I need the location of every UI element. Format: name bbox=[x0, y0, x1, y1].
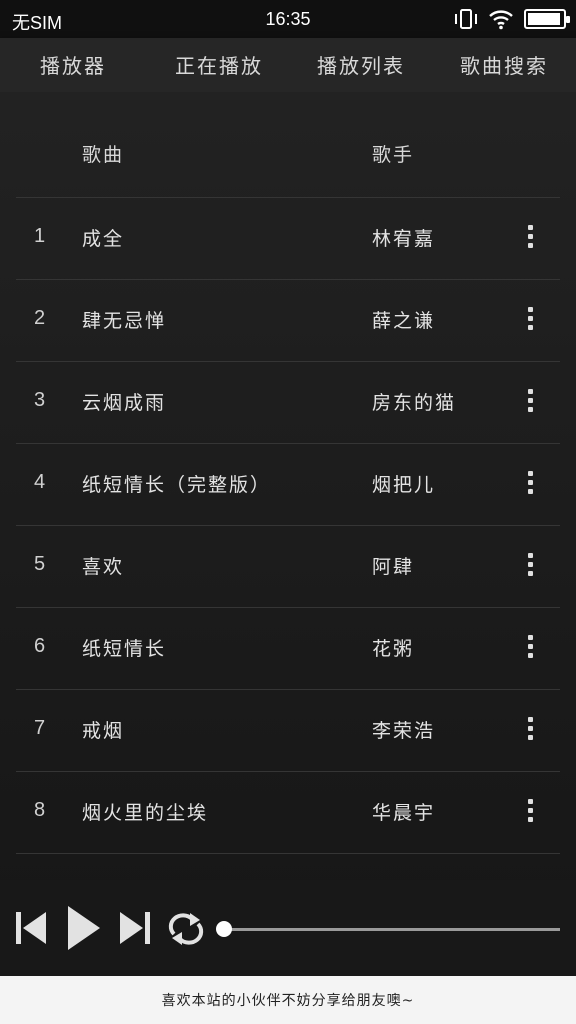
song-row[interactable]: 5 喜欢 阿肆 bbox=[16, 526, 560, 608]
song-row[interactable]: 2 肆无忌惮 薛之谦 bbox=[16, 280, 560, 362]
battery-fill bbox=[528, 13, 560, 25]
song-title: 成全 bbox=[82, 228, 125, 250]
song-artist: 薛之谦 bbox=[372, 310, 436, 332]
tab-song-search[interactable]: 歌曲搜索 bbox=[460, 50, 548, 79]
song-artist: 林宥嘉 bbox=[372, 228, 436, 250]
song-artist: 房东的猫 bbox=[372, 392, 457, 414]
progress-track[interactable] bbox=[224, 928, 560, 931]
song-row[interactable]: 4 纸短情长（完整版） 烟把儿 bbox=[16, 444, 560, 526]
more-options-icon[interactable] bbox=[522, 717, 538, 745]
track-number: 5 bbox=[34, 553, 46, 575]
play-icon[interactable] bbox=[66, 904, 102, 952]
song-title: 喜欢 bbox=[82, 556, 125, 578]
song-title: 纸短情长（完整版） bbox=[82, 474, 272, 496]
more-options-icon[interactable] bbox=[522, 799, 538, 827]
more-options-icon[interactable] bbox=[522, 225, 538, 253]
song-artist: 烟把儿 bbox=[372, 474, 436, 496]
song-title: 云烟成雨 bbox=[82, 392, 167, 414]
track-number: 2 bbox=[34, 307, 46, 329]
column-header-song: 歌曲 bbox=[82, 144, 125, 166]
track-number: 8 bbox=[34, 799, 46, 821]
vibrate-icon bbox=[455, 9, 477, 29]
song-title: 肆无忌惮 bbox=[82, 310, 167, 332]
column-header-artist: 歌手 bbox=[372, 144, 415, 166]
track-number: 1 bbox=[34, 225, 46, 247]
player-bar bbox=[0, 880, 576, 976]
battery-icon bbox=[524, 9, 570, 29]
song-title: 纸短情长 bbox=[82, 638, 167, 660]
share-banner-text: 喜欢本站的小伙伴不妨分享给朋友噢~ bbox=[161, 993, 415, 1009]
song-artist: 华晨宇 bbox=[372, 802, 436, 824]
more-options-icon[interactable] bbox=[522, 635, 538, 663]
repeat-icon[interactable] bbox=[166, 912, 206, 946]
more-options-icon[interactable] bbox=[522, 307, 538, 335]
more-options-icon[interactable] bbox=[522, 471, 538, 499]
tab-playlist[interactable]: 播放列表 bbox=[317, 50, 405, 79]
song-artist: 花粥 bbox=[372, 638, 415, 660]
more-options-icon[interactable] bbox=[522, 389, 538, 417]
track-number: 7 bbox=[34, 717, 46, 739]
top-nav: 播放器 正在播放 播放列表 歌曲搜索 bbox=[0, 38, 576, 92]
next-icon[interactable] bbox=[118, 910, 152, 946]
more-options-icon[interactable] bbox=[522, 553, 538, 581]
track-number: 4 bbox=[34, 471, 46, 493]
song-row[interactable]: 6 纸短情长 花粥 bbox=[16, 608, 560, 690]
list-header: 歌曲 歌手 bbox=[16, 92, 560, 198]
status-icons bbox=[454, 8, 570, 30]
song-row[interactable]: 1 成全 林宥嘉 bbox=[16, 198, 560, 280]
song-row[interactable]: 8 烟火里的尘埃 华晨宇 bbox=[16, 772, 560, 854]
previous-icon[interactable] bbox=[14, 910, 48, 946]
song-title: 烟火里的尘埃 bbox=[82, 802, 209, 824]
progress-knob[interactable] bbox=[216, 921, 232, 937]
wifi-icon bbox=[489, 10, 513, 30]
tab-now-playing[interactable]: 正在播放 bbox=[175, 50, 263, 79]
tab-player[interactable]: 播放器 bbox=[40, 50, 106, 79]
song-title: 戒烟 bbox=[82, 720, 125, 742]
song-artist: 李荣浩 bbox=[372, 720, 436, 742]
song-list: 歌曲 歌手 1 成全 林宥嘉 2 肆无忌惮 薛之谦 3 云烟成雨 房东的猫 4 … bbox=[0, 92, 576, 902]
track-number: 3 bbox=[34, 389, 46, 411]
song-artist: 阿肆 bbox=[372, 556, 415, 578]
song-row[interactable]: 3 云烟成雨 房东的猫 bbox=[16, 362, 560, 444]
status-bar: 无SIM 16:35 bbox=[0, 0, 576, 38]
share-banner: 喜欢本站的小伙伴不妨分享给朋友噢~ bbox=[0, 976, 576, 1024]
track-number: 6 bbox=[34, 635, 46, 657]
song-row[interactable]: 7 戒烟 李荣浩 bbox=[16, 690, 560, 772]
